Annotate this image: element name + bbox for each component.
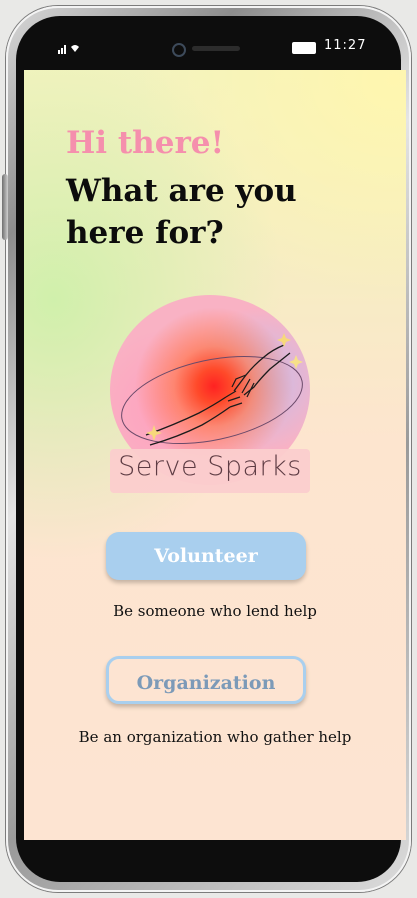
volunteer-caption: Be someone who lend help (113, 602, 317, 620)
earpiece-speaker (192, 46, 240, 51)
greeting-title: Hi there! (66, 125, 225, 161)
page-headline: What are you here for? (66, 173, 297, 251)
organization-button[interactable]: Organization (106, 656, 306, 704)
volunteer-button[interactable]: Volunteer (106, 532, 306, 580)
battery-icon (292, 42, 316, 54)
app-screen: Hi there! What are you here for? Serve S… (24, 70, 406, 840)
logo-wordmark: Serve Sparks (118, 451, 302, 482)
front-camera (172, 43, 186, 57)
organization-caption: Be an organization who gather help (78, 728, 352, 746)
status-bar: 11:27 (24, 28, 406, 66)
signal-wifi-icon (58, 45, 79, 54)
side-volume-button (2, 174, 8, 240)
status-time: 11:27 (324, 38, 367, 53)
serve-sparks-logo: Serve Sparks (104, 295, 314, 495)
